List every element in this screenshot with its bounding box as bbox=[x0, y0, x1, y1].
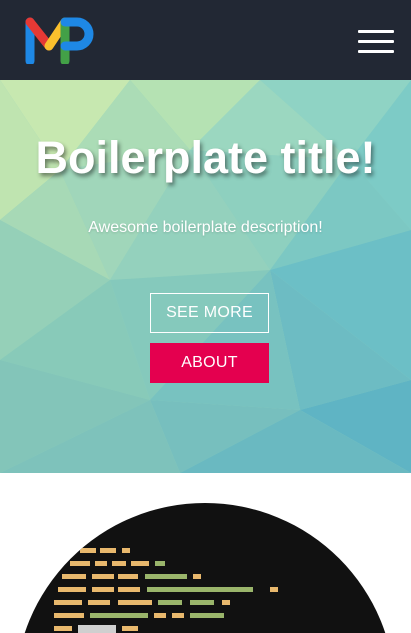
hamburger-menu-icon[interactable] bbox=[358, 30, 394, 54]
code-editor-circle-image bbox=[15, 503, 395, 633]
hero-title: Boilerplate title! bbox=[35, 132, 376, 183]
content-section bbox=[0, 473, 411, 633]
hero-section: Boilerplate title! Awesome boilerplate d… bbox=[0, 80, 411, 473]
see-more-button[interactable]: SEE MORE bbox=[150, 293, 269, 333]
about-button[interactable]: ABOUT bbox=[150, 343, 269, 383]
hero-description: Awesome boilerplate description! bbox=[88, 219, 323, 236]
mp-logo[interactable] bbox=[25, 16, 95, 64]
navbar bbox=[0, 0, 411, 80]
